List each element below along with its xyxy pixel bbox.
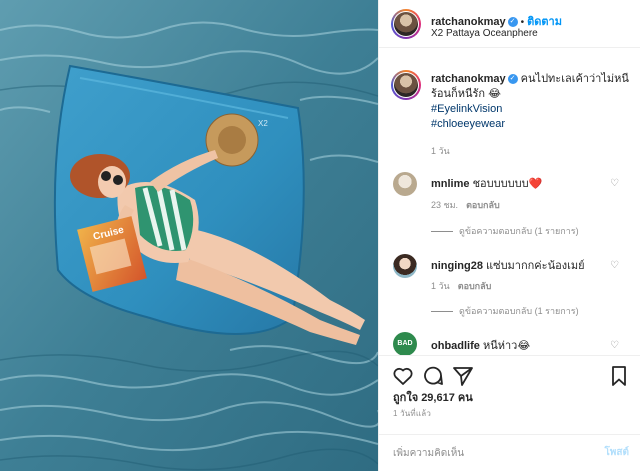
pillow-logo: X2 [258,119,268,128]
post-date[interactable]: 1 วันที่แล้ว [393,407,431,420]
commenter-avatar[interactable] [393,254,417,278]
post-header: ratchanokmay ✓ • ติดตาม X2 Pattaya Oceanphe… [379,0,640,48]
comment-body: mnlime ชอบบบบบบ❤️ [431,174,542,192]
comment-meta: 23 ชม. ตอบกลับ [431,198,500,212]
post-comment-button[interactable]: โพสต์ [604,445,629,460]
like-comment-heart-icon[interactable]: ♡ [610,340,619,351]
comment-text: หนีห่าว😂 [482,340,531,352]
comment-username[interactable]: ninging28 [431,260,483,272]
comment-meta: 1 วัน ตอบกลับ [431,279,491,293]
likes-count[interactable]: ถูกใจ 29,617 คน [393,388,473,406]
bookmark-icon[interactable] [607,364,631,388]
replies-divider [431,231,453,233]
post-detail-panel: ratchanokmay ✓ • ติดตาม X2 Pattaya Oceanphe… [378,0,640,471]
heart-icon[interactable] [391,364,415,388]
caption-avatar[interactable] [391,70,421,100]
paper-plane-icon[interactable] [451,364,475,388]
post-location[interactable]: X2 Pattaya Oceanphere [431,28,538,39]
instagram-post-window: X2 Cruise ratchanokmay ✓ • ติดตาม X2 Pat… [0,0,640,471]
like-comment-heart-icon[interactable]: ♡ [610,178,619,189]
author-username[interactable]: ratchanokmay [431,16,506,28]
caption-age: 1 วัน [431,146,450,156]
pool-scene: X2 Cruise [0,0,378,471]
comment-age: 23 ชม. [431,200,459,210]
comment-icon[interactable] [421,364,445,388]
comment-username[interactable]: ohbadlife [431,340,480,352]
comment-age: 1 วัน [431,281,450,291]
view-replies-link[interactable]: ดูข้อความตอบกลับ (1 รายการ) [431,304,579,318]
verified-badge-icon: ✓ [507,74,518,85]
reply-button[interactable]: ตอบกลับ [458,281,492,291]
caption-body: ratchanokmay ✓ คนไปทะเลเค้าว่าไม่หนีร้อนก… [431,72,631,132]
commenter-avatar[interactable] [393,172,417,196]
comment-body: ohbadlife หนีห่าว😂 [431,336,530,354]
hashtag-link[interactable]: #chloeeyewear [431,117,631,132]
reply-button[interactable]: ตอบกลับ [466,200,500,210]
hashtag-link[interactable]: #EyelinkVision [431,102,631,117]
comment-username[interactable]: mnlime [431,178,470,190]
view-replies-label: ดูข้อความตอบกลับ (1 รายการ) [459,226,579,236]
like-comment-heart-icon[interactable]: ♡ [610,260,619,271]
comment-body: ninging28 แซ่บมากกค่ะน้องเมย์ [431,256,585,274]
follow-button[interactable]: ติดตาม [527,16,562,28]
comments-feed[interactable]: ratchanokmay ✓ คนไปทะเลเค้าว่าไม่หนีร้อนก… [379,48,640,355]
add-comment-input[interactable] [393,445,583,461]
comment-text: ชอบบบบบบ❤️ [472,178,543,190]
post-photo[interactable]: X2 Cruise [0,0,378,471]
author-avatar[interactable] [391,9,421,39]
replies-divider [431,311,453,313]
comment-text: แซ่บมากกค่ะน้องเมย์ [486,260,585,272]
view-replies-link[interactable]: ดูข้อความตอบกลับ (1 รายการ) [431,224,579,238]
verified-badge-icon: ✓ [507,17,518,28]
view-replies-label: ดูข้อความตอบกลับ (1 รายการ) [459,306,579,316]
comment-composer: โพสต์ [379,434,640,471]
caption-username[interactable]: ratchanokmay [431,73,506,85]
separator-dot: • [520,17,525,28]
commenter-avatar[interactable]: BAD [393,332,417,355]
